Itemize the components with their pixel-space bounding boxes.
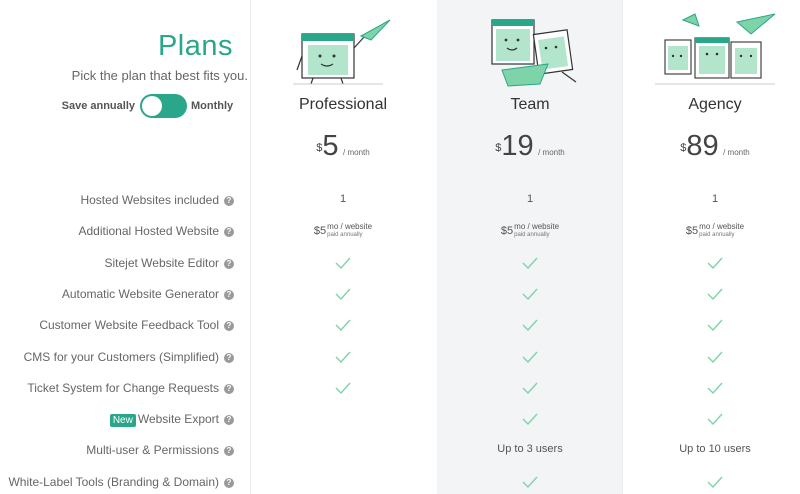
price-amount: 89 [686, 130, 719, 162]
page-subtitle: Pick the plan that best fits you. [71, 68, 248, 83]
new-badge: New [109, 414, 136, 427]
team-mascots-illustration [491, 19, 577, 87]
feature-value: 1 [711, 193, 719, 205]
checkmark-icon [253, 351, 433, 366]
feature-label: Additional Hosted Website [0, 224, 219, 238]
checkmark-icon [440, 476, 620, 491]
save-annually-label[interactable]: Save annually [62, 100, 135, 112]
checkmark-icon [440, 413, 620, 428]
feature-label-text: Multi-user & Permissions [86, 443, 219, 457]
column-divider [622, 0, 623, 494]
feature-label: Multi-user & Permissions [0, 443, 219, 457]
price-currency: $ [316, 142, 323, 154]
checkmark-icon [625, 319, 800, 334]
feature-label-text: Sitejet Website Editor [104, 256, 220, 270]
additional-website-price: $5mo / website paid annually [500, 222, 560, 239]
feature-label: CMS for your Customers (Simplified) [0, 350, 219, 364]
checkmark-icon [253, 319, 433, 334]
feature-label: Hosted Websites included [0, 193, 219, 207]
feature-value: Up to 3 users [497, 443, 563, 455]
question-circle-icon[interactable]: ? [224, 446, 234, 456]
paper-plane-mascot-illustration [293, 19, 391, 85]
feature-label-text: Customer Website Feedback Tool [39, 318, 219, 332]
feature-label-text: Ticket System for Change Requests [27, 381, 219, 395]
feature-label-text: Automatic Website Generator [61, 287, 219, 301]
checkmark-icon [253, 382, 433, 397]
checkmark-icon [253, 288, 433, 303]
feature-value: 1 [339, 193, 347, 205]
toggle-knob [142, 96, 162, 116]
feature-value: Up to 10 users [679, 443, 751, 455]
checkmark-icon [253, 257, 433, 272]
price-currency: $ [680, 142, 687, 154]
question-circle-icon[interactable]: ? [224, 353, 234, 363]
feature-label-text: CMS for your Customers (Simplified) [23, 350, 219, 364]
price-amount: 5 [322, 130, 339, 162]
plan-price: $5 / month [253, 130, 433, 163]
page-title: Plans [157, 30, 233, 62]
feature-label: Sitejet Website Editor [0, 256, 220, 270]
feature-value: 1 [526, 193, 534, 205]
column-divider [250, 0, 251, 494]
question-circle-icon[interactable]: ? [224, 259, 234, 269]
checkmark-icon [440, 257, 620, 272]
checkmark-icon [625, 257, 800, 272]
question-circle-icon[interactable]: ? [224, 384, 234, 394]
price-amount: 19 [501, 130, 534, 162]
feature-label-text: Website Export [137, 412, 219, 426]
question-circle-icon[interactable]: ? [224, 415, 234, 425]
feature-label: Automatic Website Generator [0, 287, 219, 301]
additional-website-price: $5mo / website paid annually [685, 222, 745, 239]
question-circle-icon[interactable]: ? [224, 321, 234, 331]
billing-toggle-row: Save annually Monthly [0, 92, 248, 120]
checkmark-icon [625, 476, 800, 491]
checkmark-icon [625, 413, 800, 428]
plan-name: Team [510, 96, 550, 113]
question-circle-icon[interactable]: ? [224, 478, 234, 488]
plan-price: $89 / month [625, 130, 800, 163]
checkmark-icon [625, 288, 800, 303]
checkmark-icon [440, 351, 620, 366]
feature-label-text: Additional Hosted Website [78, 224, 219, 238]
checkmark-icon [625, 351, 800, 366]
feature-label-text: Hosted Websites included [80, 193, 219, 207]
checkmark-icon [440, 288, 620, 303]
plan-name: Professional [298, 96, 388, 113]
price-period: / month [343, 148, 370, 157]
feature-label: White-Label Tools (Branding & Domain) [0, 475, 219, 489]
plan-price: $19 / month [440, 130, 620, 163]
feature-label: Customer Website Feedback Tool [0, 318, 219, 332]
price-currency: $ [495, 142, 502, 154]
monthly-label[interactable]: Monthly [191, 100, 233, 112]
checkmark-icon [625, 382, 800, 397]
agency-mascots-illustration [655, 13, 776, 85]
checkmark-icon [440, 319, 620, 334]
question-circle-icon[interactable]: ? [224, 227, 234, 237]
feature-label-text: White-Label Tools (Branding & Domain) [8, 475, 219, 489]
billing-toggle[interactable] [140, 94, 187, 118]
plan-name: Agency [688, 96, 742, 113]
feature-label: Ticket System for Change Requests [0, 381, 219, 395]
feature-label: New Website Export [0, 412, 219, 427]
question-circle-icon[interactable]: ? [224, 290, 234, 300]
price-period: / month [538, 148, 565, 157]
checkmark-icon [440, 382, 620, 397]
question-circle-icon[interactable]: ? [224, 196, 234, 206]
price-period: / month [723, 148, 750, 157]
additional-website-price: $5mo / website paid annually [313, 222, 373, 239]
